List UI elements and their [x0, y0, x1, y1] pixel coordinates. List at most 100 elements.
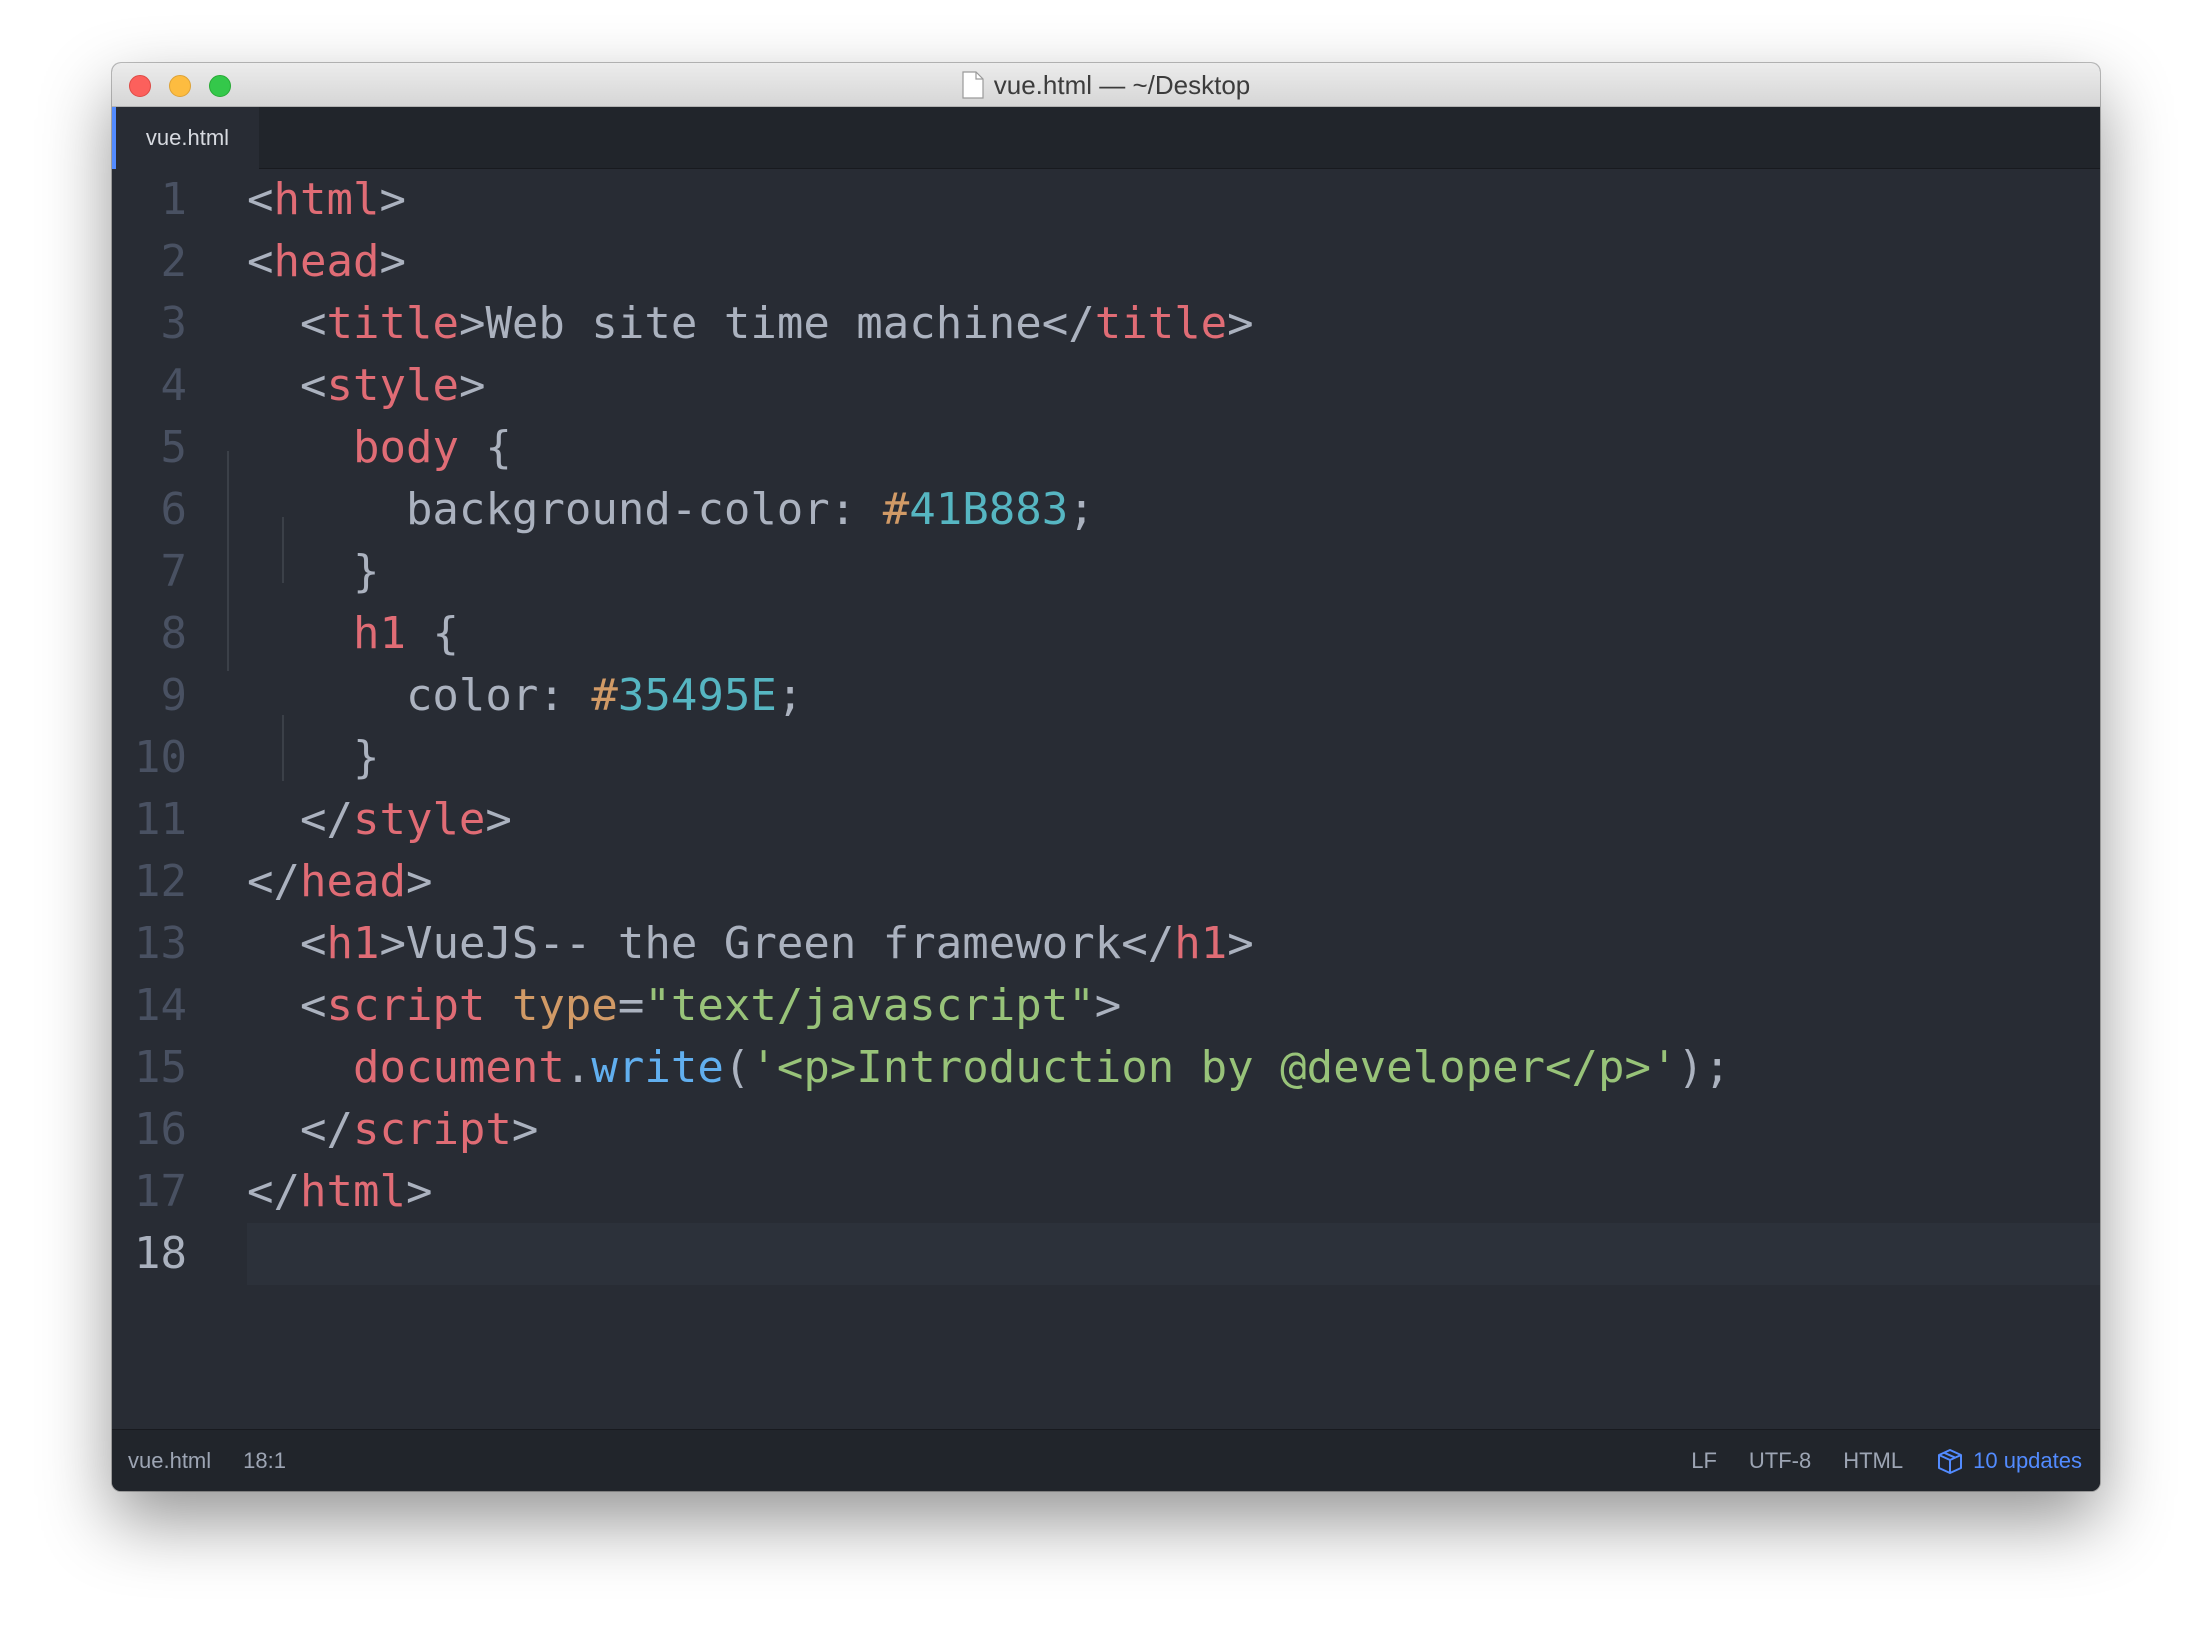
code-token: style	[352, 794, 486, 845]
line-number[interactable]: 10	[112, 727, 187, 789]
status-encoding[interactable]: UTF-8	[1749, 1448, 1811, 1474]
code-token: "text/javascript"	[644, 980, 1095, 1031]
line-number[interactable]: 15	[112, 1037, 187, 1099]
status-updates[interactable]: 10 updates	[1935, 1447, 2082, 1475]
code-line[interactable]: <h1>VueJS-- the Green framework</h1>	[247, 913, 2100, 975]
code-token: );	[1677, 1042, 1731, 1093]
line-number[interactable]: 11	[112, 789, 187, 851]
code-token: ;	[1068, 484, 1095, 535]
code-line[interactable]: }	[247, 727, 2100, 789]
code-token: {	[458, 422, 512, 473]
line-number[interactable]: 5	[112, 417, 188, 479]
code-token: write	[591, 1042, 724, 1093]
code-token: background-color:	[247, 484, 883, 535]
code-token: </	[247, 1166, 300, 1217]
document-icon	[962, 71, 984, 99]
code-area[interactable]: <html> <head> <title>Web site time machin…	[227, 169, 2100, 1491]
line-number[interactable]: 2	[112, 231, 188, 293]
code-token: script	[326, 980, 486, 1031]
code-token: }	[247, 546, 380, 597]
code-token: VueJS-- the Green framework	[405, 918, 1122, 969]
code-token: }	[247, 732, 380, 783]
status-file-name[interactable]: vue.html	[128, 1448, 211, 1474]
code-line[interactable]: color: #35495E;	[247, 665, 2100, 727]
code-token: html	[299, 1166, 406, 1217]
text-editor[interactable]: 1 2 3 4 5 6 7 8 9 10 11 12 13 14 15 16 17 18 <html> <head>…	[112, 169, 2100, 1491]
code-line[interactable]: <style>	[247, 355, 2100, 417]
indent-guide	[227, 451, 229, 671]
code-token: >	[458, 298, 486, 349]
code-token: >	[1227, 918, 1254, 969]
code-token: 35495E	[617, 670, 777, 721]
code-line[interactable]: document.write('<p>Introduction by @deve…	[247, 1037, 2100, 1099]
code-line[interactable]: h1 {	[247, 603, 2100, 665]
code-token: >	[1094, 980, 1122, 1031]
code-line[interactable]: </html>	[247, 1161, 2100, 1223]
code-token: h1	[1174, 918, 1228, 969]
code-token: </	[247, 856, 300, 907]
code-line[interactable]: body {	[247, 417, 2100, 479]
tab-bar: vue.html	[112, 107, 2100, 169]
status-cursor-position[interactable]: 18:1	[243, 1448, 286, 1474]
code-line[interactable]: <html>	[247, 169, 2100, 231]
line-number[interactable]: 12	[112, 851, 187, 913]
code-token: </	[1041, 298, 1095, 349]
status-grammar[interactable]: HTML	[1843, 1448, 1903, 1474]
line-number[interactable]: 1	[112, 169, 188, 231]
line-number[interactable]: 14	[112, 975, 187, 1037]
code-line[interactable]: <script type="text/javascript">	[247, 975, 2100, 1037]
tab-vue-html[interactable]: vue.html	[112, 107, 259, 169]
line-number[interactable]: 3	[112, 293, 188, 355]
tab-label: vue.html	[145, 125, 230, 150]
code-token: <	[247, 360, 327, 411]
code-token: {	[405, 608, 459, 659]
line-number[interactable]: 8	[112, 603, 188, 665]
line-number[interactable]: 17	[112, 1161, 187, 1223]
status-line-ending[interactable]: LF	[1691, 1448, 1717, 1474]
code-token: >	[379, 918, 406, 969]
line-number[interactable]: 18	[112, 1223, 187, 1285]
line-number[interactable]: 16	[112, 1099, 187, 1161]
code-line[interactable]	[247, 1223, 2100, 1285]
code-token: '<p>Introduction by @developer</p>'	[750, 1042, 1678, 1093]
code-line[interactable]: <title>Web site time machine</title>	[247, 293, 2100, 355]
editor-window: vue.html — ~/Desktop vue.html 1234567891…	[112, 63, 2100, 1491]
window-title-group: vue.html — ~/Desktop	[112, 63, 2100, 107]
code-token: >	[1227, 298, 1254, 349]
code-token: document	[352, 1042, 565, 1093]
code-line[interactable]: </style>	[247, 789, 2100, 851]
line-number[interactable]: 9	[112, 665, 188, 727]
code-token: head	[273, 236, 380, 287]
code-token: >	[379, 236, 406, 287]
code-token: >	[405, 1166, 433, 1217]
code-line[interactable]: background-color: #41B883;	[247, 479, 2100, 541]
code-token: ;	[776, 670, 804, 721]
code-line[interactable]: </script>	[247, 1099, 2100, 1161]
code-token: =	[617, 980, 645, 1031]
package-icon	[1938, 1449, 1963, 1474]
code-token: #	[591, 670, 618, 721]
code-token: title	[1094, 298, 1228, 349]
code-token: h1	[326, 918, 380, 969]
code-token: <	[247, 980, 327, 1031]
code-token: style	[326, 360, 459, 411]
code-token: #	[882, 484, 910, 535]
line-number[interactable]: 13	[112, 913, 187, 975]
code-token: color:	[247, 670, 592, 721]
code-line[interactable]: </head>	[247, 851, 2100, 913]
line-number[interactable]: 7	[112, 541, 188, 603]
line-number[interactable]: 6	[112, 479, 188, 541]
code-line[interactable]: }	[247, 541, 2100, 603]
code-token: >	[511, 1104, 539, 1155]
line-number-gutter[interactable]: 1 2 3 4 5 6 7 8 9 10 11 12 13 14 15 16 17 18	[112, 169, 247, 1491]
window-title: vue.html — ~/Desktop	[993, 69, 1251, 100]
code-token: (	[723, 1042, 751, 1093]
title-bar: vue.html — ~/Desktop	[112, 63, 2100, 107]
line-number[interactable]: 4	[112, 355, 188, 417]
code-token: <	[247, 918, 327, 969]
code-line[interactable]: <head>	[247, 231, 2100, 293]
code-token: >	[379, 174, 406, 225]
